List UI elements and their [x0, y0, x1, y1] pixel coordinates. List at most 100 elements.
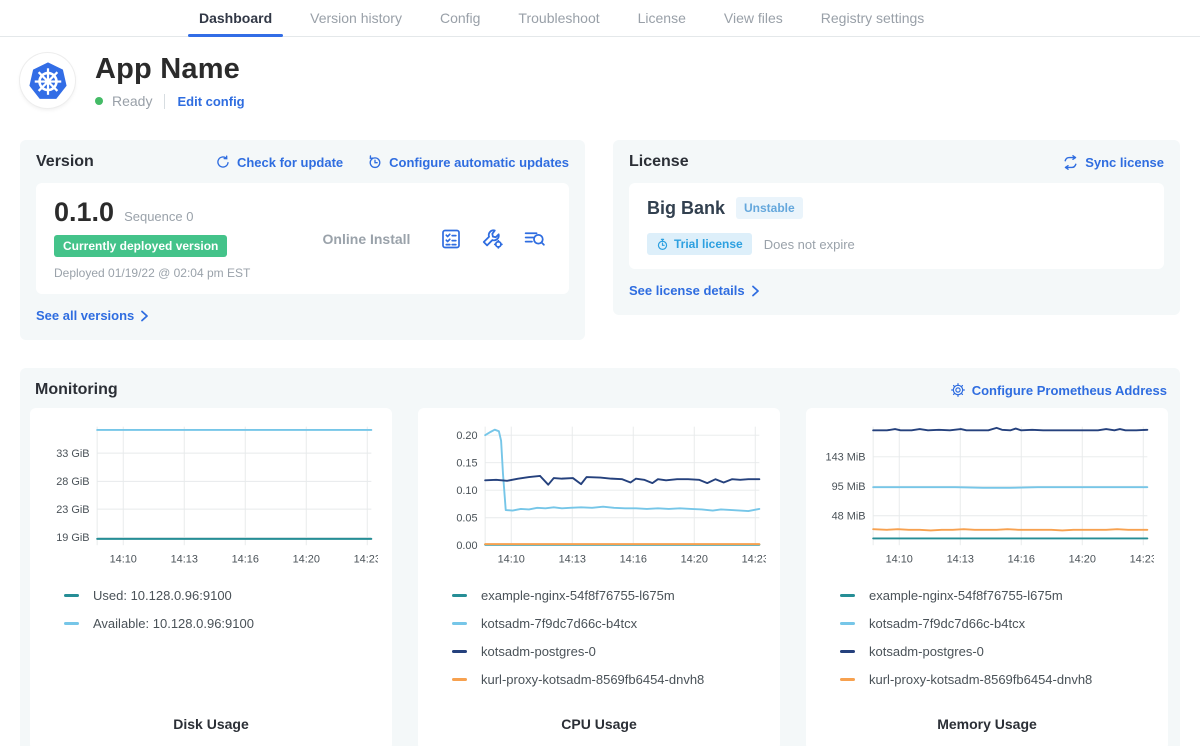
- configure-prometheus-link[interactable]: Configure Prometheus Address: [950, 382, 1167, 398]
- legend-label: example-nginx-54f8f76755-l675m: [481, 588, 675, 603]
- legend-item: kurl-proxy-kotsadm-8569fb6454-dnvh8: [452, 672, 766, 687]
- legend-color-dash: [840, 622, 855, 625]
- legend-item: example-nginx-54f8f76755-l675m: [452, 588, 766, 603]
- svg-text:14:10: 14:10: [886, 553, 913, 565]
- check-for-update-link[interactable]: Check for update: [215, 154, 343, 170]
- tab-view-files[interactable]: View files: [713, 0, 794, 36]
- monitoring-title: Monitoring: [35, 381, 118, 399]
- see-license-details-link[interactable]: See license details: [629, 283, 760, 298]
- see-all-versions-link[interactable]: See all versions: [36, 308, 149, 323]
- legend-color-dash: [452, 594, 467, 597]
- svg-text:14:10: 14:10: [498, 553, 525, 565]
- configure-automatic-updates-link[interactable]: Configure automatic updates: [367, 154, 569, 170]
- sequence-label: Sequence 0: [124, 209, 193, 224]
- install-type-label: Online Install: [294, 231, 439, 247]
- legend-item: kotsadm-postgres-0: [452, 644, 766, 659]
- legend-item: kotsadm-7f9dc7d66c-b4tcx: [452, 616, 766, 631]
- svg-text:14:23: 14:23: [1130, 553, 1154, 565]
- svg-text:14:20: 14:20: [1069, 553, 1096, 565]
- channel-badge: Unstable: [736, 197, 803, 219]
- chevron-right-icon: [751, 285, 760, 297]
- preflight-checks-button[interactable]: [439, 227, 463, 251]
- license-panel: License Sync license Big Bank Unstable: [613, 140, 1180, 315]
- svg-text:14:16: 14:16: [1008, 553, 1035, 565]
- version-panel: Version Check for update: [20, 140, 585, 340]
- kots-dashboard-page: Dashboard Version history Config Trouble…: [0, 0, 1200, 746]
- tab-registry-settings[interactable]: Registry settings: [810, 0, 935, 36]
- refresh-icon: [215, 154, 231, 170]
- svg-text:95 MiB: 95 MiB: [832, 481, 866, 493]
- license-panel-title: License: [629, 153, 689, 171]
- svg-text:14:13: 14:13: [947, 553, 974, 565]
- version-panel-title: Version: [36, 153, 94, 171]
- cards-row: Version Check for update: [0, 140, 1200, 340]
- edit-config-link[interactable]: Edit config: [177, 94, 244, 109]
- app-header: App Name Ready Edit config: [0, 37, 1200, 109]
- svg-text:14:20: 14:20: [293, 553, 320, 565]
- tab-troubleshoot[interactable]: Troubleshoot: [507, 0, 610, 36]
- deployed-timestamp: Deployed 01/19/22 @ 02:04 pm EST: [54, 266, 294, 280]
- top-navbar: Dashboard Version history Config Trouble…: [0, 0, 1200, 37]
- divider: [164, 94, 165, 109]
- tab-dashboard[interactable]: Dashboard: [188, 0, 283, 36]
- status-dot: [95, 97, 103, 105]
- legend-item: kurl-proxy-kotsadm-8569fb6454-dnvh8: [840, 672, 1154, 687]
- svg-text:14:20: 14:20: [681, 553, 708, 565]
- tab-license[interactable]: License: [627, 0, 697, 36]
- legend-label: kurl-proxy-kotsadm-8569fb6454-dnvh8: [869, 672, 1092, 687]
- stopwatch-icon: [656, 238, 669, 251]
- svg-text:0.15: 0.15: [456, 457, 477, 469]
- svg-text:33 GiB: 33 GiB: [56, 448, 89, 460]
- cpu-usage-chart-card: 14:10 14:13 14:16 14:20 14:23 0.00 0.05 0.10 0.1…: [418, 408, 780, 746]
- chart-title: CPU Usage: [432, 716, 766, 740]
- tab-config[interactable]: Config: [429, 0, 491, 36]
- svg-text:23 GiB: 23 GiB: [56, 504, 89, 516]
- legend-item: Used: 10.128.0.96:9100: [64, 588, 378, 603]
- legend-color-dash: [452, 622, 467, 625]
- svg-text:143 MiB: 143 MiB: [826, 452, 866, 464]
- svg-text:0.10: 0.10: [456, 485, 477, 497]
- disk-usage-chart: 14:1014:1314:1614:2014:2319 GiB23 GiB28 …: [44, 420, 378, 570]
- legend-label: kurl-proxy-kotsadm-8569fb6454-dnvh8: [481, 672, 704, 687]
- svg-text:14:23: 14:23: [742, 553, 766, 565]
- legend-color-dash: [64, 594, 79, 597]
- disk-usage-legend: Used: 10.128.0.96:9100 Available: 10.128.…: [44, 588, 378, 631]
- legend-color-dash: [64, 622, 79, 625]
- legend-label: kotsadm-7f9dc7d66c-b4tcx: [481, 616, 637, 631]
- kubernetes-logo-icon: [25, 58, 71, 104]
- legend-label: Available: 10.128.0.96:9100: [93, 616, 254, 631]
- svg-text:0.00: 0.00: [456, 540, 477, 552]
- deployed-badge: Currently deployed version: [54, 235, 227, 257]
- svg-text:19 GiB: 19 GiB: [56, 532, 89, 544]
- svg-text:14:13: 14:13: [559, 553, 586, 565]
- memory-usage-legend: example-nginx-54f8f76755-l675mkotsadm-7f…: [820, 588, 1154, 687]
- wrench-gear-icon: [480, 226, 505, 251]
- gear-icon: [950, 382, 966, 398]
- legend-label: kotsadm-postgres-0: [481, 644, 596, 659]
- sync-license-link[interactable]: Sync license: [1062, 155, 1164, 170]
- chart-title: Disk Usage: [44, 716, 378, 740]
- svg-text:14:13: 14:13: [171, 553, 198, 565]
- legend-label: kotsadm-postgres-0: [869, 644, 984, 659]
- legend-color-dash: [452, 650, 467, 653]
- current-version-card: 0.1.0 Sequence 0 Currently deployed vers…: [36, 183, 569, 294]
- view-deploy-logs-button[interactable]: [522, 226, 547, 251]
- status-badge: Ready: [112, 93, 152, 109]
- license-details-card: Big Bank Unstable Trial license Does not…: [629, 183, 1164, 269]
- cpu-usage-chart: 14:10 14:13 14:16 14:20 14:23 0.00 0.05 0.10 0.1…: [432, 420, 766, 570]
- clock-refresh-icon: [367, 154, 383, 170]
- svg-text:28 GiB: 28 GiB: [56, 476, 89, 488]
- edit-config-button[interactable]: [480, 226, 505, 251]
- license-expiry: Does not expire: [764, 237, 855, 252]
- svg-text:14:16: 14:16: [620, 553, 647, 565]
- tab-version-history[interactable]: Version history: [299, 0, 413, 36]
- logs-search-icon: [522, 226, 547, 251]
- legend-color-dash: [840, 594, 855, 597]
- trial-license-badge: Trial license: [647, 233, 752, 255]
- legend-item: kotsadm-postgres-0: [840, 644, 1154, 659]
- customer-name: Big Bank: [647, 198, 725, 219]
- svg-text:14:23: 14:23: [354, 553, 378, 565]
- legend-color-dash: [840, 678, 855, 681]
- legend-item: example-nginx-54f8f76755-l675m: [840, 588, 1154, 603]
- svg-text:0.05: 0.05: [456, 513, 477, 525]
